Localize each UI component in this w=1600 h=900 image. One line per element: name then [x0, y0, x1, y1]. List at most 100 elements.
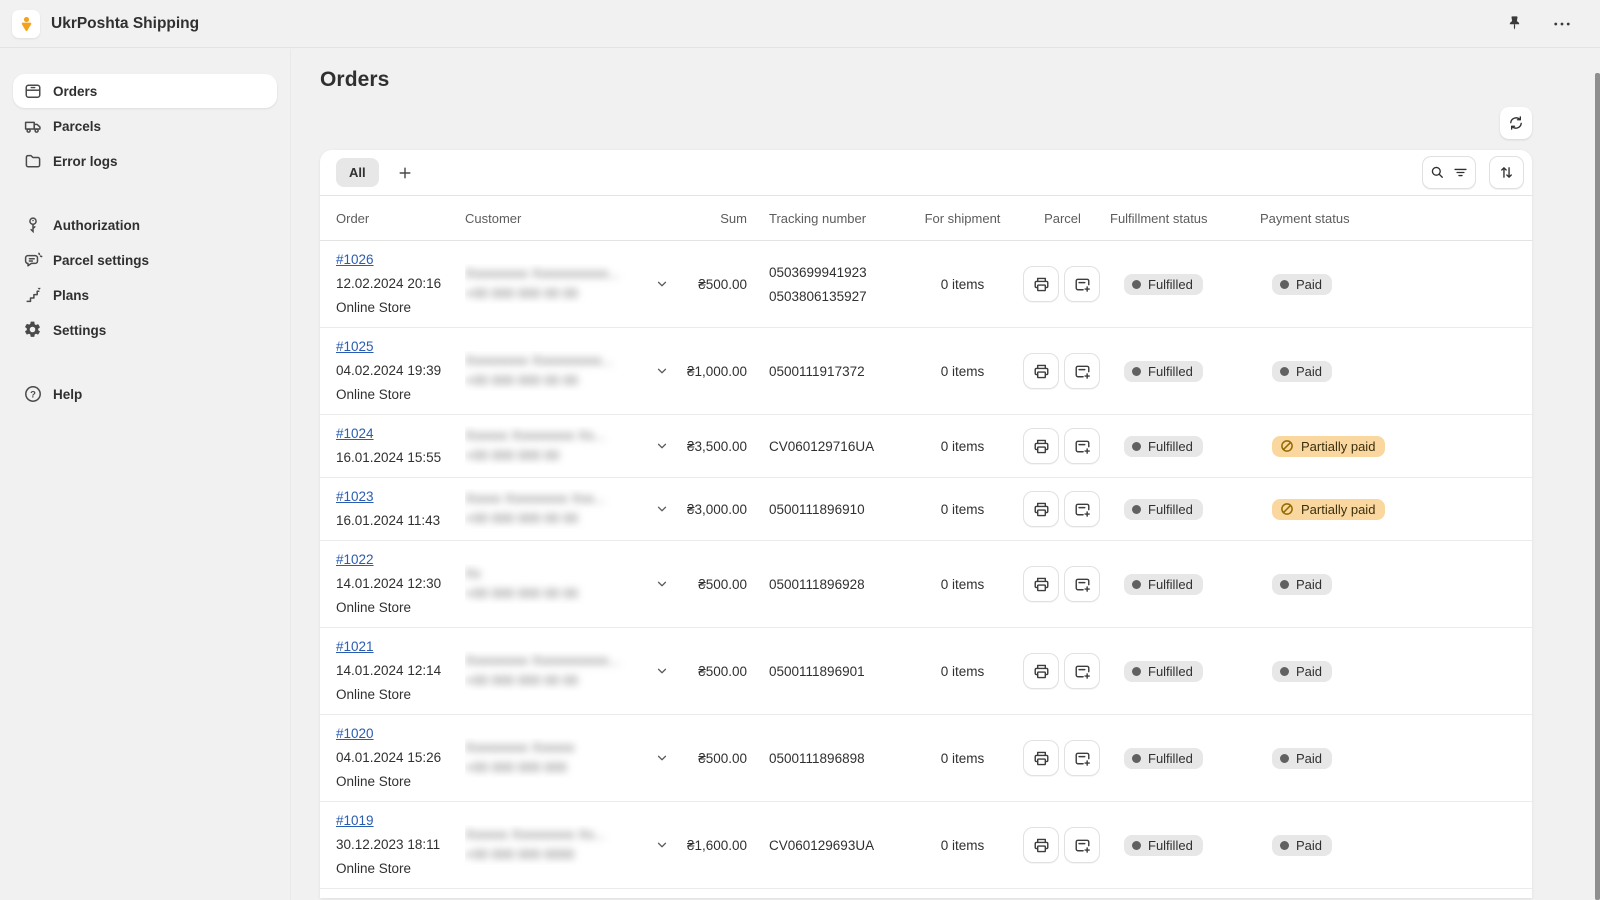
- sidebar-item-label: Orders: [53, 84, 97, 99]
- tracking-number: CV060129693UA: [769, 838, 910, 853]
- sort-button[interactable]: [1489, 156, 1524, 189]
- tracking-number: 0500111896901: [769, 664, 910, 679]
- column-header-for-shipment[interactable]: For shipment: [910, 211, 1015, 226]
- print-label-button[interactable]: [1023, 491, 1059, 527]
- create-parcel-button[interactable]: [1064, 566, 1100, 602]
- fulfillment-status-badge: Fulfilled: [1124, 361, 1203, 382]
- sidebar-item-settings[interactable]: Settings: [13, 313, 277, 347]
- chevron-down-icon: [655, 751, 669, 765]
- expand-customer-button[interactable]: [653, 836, 671, 854]
- topbar: UkrPoshta Shipping: [0, 0, 1600, 48]
- order-link[interactable]: #1021: [336, 639, 374, 654]
- expand-customer-button[interactable]: [653, 749, 671, 767]
- search-and-filter-button[interactable]: [1422, 156, 1476, 189]
- column-header-sum[interactable]: Sum: [685, 211, 755, 226]
- print-label-button[interactable]: [1023, 566, 1059, 602]
- tracking-numbers: 0500111896898: [755, 751, 910, 766]
- print-label-button[interactable]: [1023, 740, 1059, 776]
- sidebar-item-orders[interactable]: Orders: [13, 74, 277, 108]
- create-parcel-button[interactable]: [1064, 827, 1100, 863]
- app-brand: UkrPoshta Shipping: [12, 10, 199, 38]
- expand-customer-button[interactable]: [653, 662, 671, 680]
- tracking-number: 0503699941923: [769, 265, 910, 280]
- sidebar-item-help[interactable]: ? Help: [13, 377, 277, 411]
- sidebar-item-parcel-settings[interactable]: Parcel settings: [13, 243, 277, 277]
- order-link[interactable]: #1020: [336, 726, 374, 741]
- print-label-button[interactable]: [1023, 353, 1059, 389]
- print-label-button[interactable]: [1023, 266, 1059, 302]
- status-dot-icon: [1280, 754, 1289, 763]
- order-sum: ₴1,600.00: [685, 838, 755, 853]
- stairs-icon: [23, 285, 43, 305]
- create-parcel-button[interactable]: [1064, 740, 1100, 776]
- customer-info: Xxxxxx Xxxxxxxxx Xx... +00 000 000 0000: [465, 825, 649, 865]
- create-parcel-button[interactable]: [1064, 353, 1100, 389]
- customer-phone-blurred: +00 000 000 0000: [465, 845, 649, 865]
- payment-status-label: Paid: [1296, 577, 1322, 592]
- tab-all[interactable]: All: [336, 158, 379, 187]
- chevron-down-icon: [655, 502, 669, 516]
- print-label-button[interactable]: [1023, 827, 1059, 863]
- table-row[interactable]: #1022 14.01.2024 12:30 Online Store Xx +…: [320, 541, 1532, 628]
- table-row[interactable]: #1021 14.01.2024 12:14 Online Store Xxxx…: [320, 628, 1532, 715]
- table-row[interactable]: #1025 04.02.2024 19:39 Online Store Xxxx…: [320, 328, 1532, 415]
- table-row[interactable]: #1024 16.01.2024 15:55 Xxxxxx Xxxxxxxxx …: [320, 415, 1532, 478]
- gear-icon: [23, 320, 43, 340]
- table-row[interactable]: #1023 16.01.2024 11:43 Xxxxx Xxxxxxxxx X…: [320, 478, 1532, 541]
- column-header-customer[interactable]: Customer: [465, 211, 685, 226]
- create-parcel-button[interactable]: [1064, 653, 1100, 689]
- order-link[interactable]: #1019: [336, 813, 374, 828]
- order-link[interactable]: #1025: [336, 339, 374, 354]
- order-link[interactable]: #1023: [336, 489, 374, 504]
- fulfillment-status-label: Fulfilled: [1148, 577, 1193, 592]
- table-row[interactable]: #1019 30.12.2023 18:11 Online Store Xxxx…: [320, 802, 1532, 889]
- status-dot-icon: [1132, 580, 1141, 589]
- column-header-tracking[interactable]: Tracking number: [755, 211, 910, 226]
- create-parcel-button[interactable]: [1064, 491, 1100, 527]
- label-plus-icon: [1073, 500, 1092, 519]
- column-header-fulfillment-status[interactable]: Fulfillment status: [1110, 211, 1260, 226]
- table-row[interactable]: #1026 12.02.2024 20:16 Online Store Xxxx…: [320, 241, 1532, 328]
- print-label-button[interactable]: [1023, 653, 1059, 689]
- tracking-number: 0500111896898: [769, 751, 910, 766]
- expand-customer-button[interactable]: [653, 500, 671, 518]
- order-link[interactable]: #1024: [336, 426, 374, 441]
- create-parcel-button[interactable]: [1064, 428, 1100, 464]
- tracking-numbers: CV060129693UA: [755, 838, 910, 853]
- expand-customer-button[interactable]: [653, 575, 671, 593]
- expand-customer-button[interactable]: [653, 437, 671, 455]
- sidebar-item-parcels[interactable]: Parcels: [13, 109, 277, 143]
- add-view-button[interactable]: [393, 161, 417, 185]
- tracking-numbers: 0500111896928: [755, 577, 910, 592]
- sidebar-item-error-logs[interactable]: Error logs: [13, 144, 277, 178]
- column-header-order[interactable]: Order: [320, 211, 465, 226]
- payment-status-badge: Paid: [1272, 274, 1332, 295]
- chevron-down-icon: [655, 577, 669, 591]
- sidebar-item-plans[interactable]: Plans: [13, 278, 277, 312]
- order-link[interactable]: #1022: [336, 552, 374, 567]
- orders-box-icon: [23, 81, 43, 101]
- chevron-down-icon: [655, 364, 669, 378]
- payment-status-badge: Paid: [1272, 835, 1332, 856]
- customer-info: Xxxxxxxxx Xxxxxxxxxxx... +00 000 000 00 …: [465, 264, 649, 304]
- create-parcel-button[interactable]: [1064, 266, 1100, 302]
- customer-info: Xx +00 000 000 00 00: [465, 564, 649, 604]
- vertical-scrollbar[interactable]: [1595, 73, 1600, 900]
- table-row[interactable]: #1020 04.01.2024 15:26 Online Store Xxxx…: [320, 715, 1532, 802]
- sidebar-item-authorization[interactable]: Authorization: [13, 208, 277, 242]
- column-header-payment-status[interactable]: Payment status: [1260, 211, 1532, 226]
- pin-app-button[interactable]: [1503, 12, 1526, 35]
- print-label-button[interactable]: [1023, 428, 1059, 464]
- for-shipment-count: 0 items: [910, 364, 1015, 379]
- sync-icon: [1507, 114, 1525, 132]
- customer-info: Xxxxxxxxx Xxxxxxxxxx... +00 000 000 00 0…: [465, 351, 649, 391]
- page-title: Orders: [320, 68, 1532, 92]
- refresh-button[interactable]: [1500, 107, 1532, 139]
- more-actions-button[interactable]: [1550, 12, 1574, 36]
- order-link[interactable]: #1026: [336, 252, 374, 267]
- expand-customer-button[interactable]: [653, 362, 671, 380]
- expand-customer-button[interactable]: [653, 275, 671, 293]
- column-header-parcel[interactable]: Parcel: [1015, 211, 1110, 226]
- tracking-numbers: 0500111896901: [755, 664, 910, 679]
- order-sum: ₴500.00: [685, 577, 755, 592]
